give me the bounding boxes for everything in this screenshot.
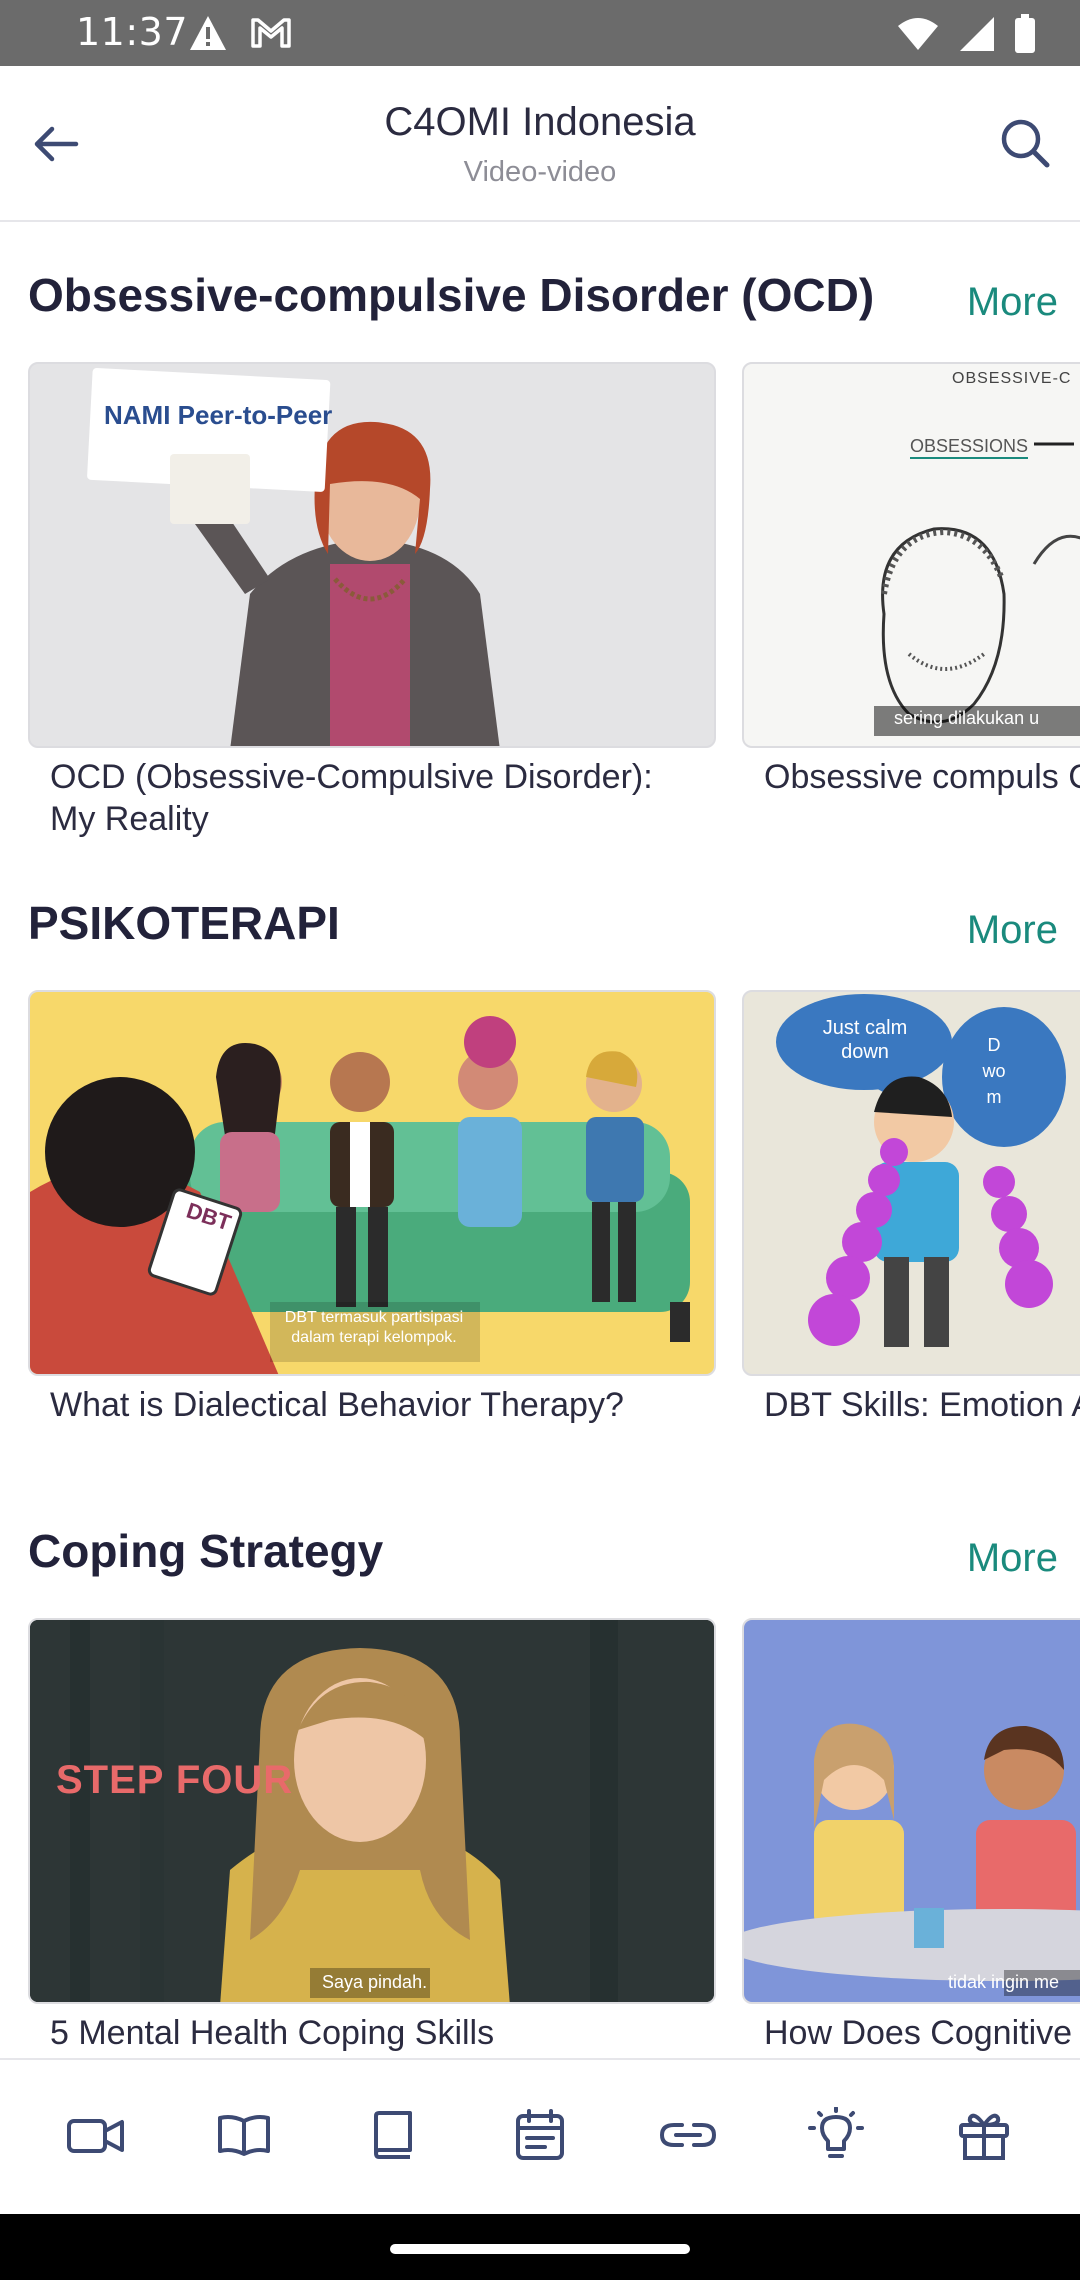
gift-icon <box>958 2109 1010 2166</box>
speech-bubble-text: Just calm down <box>822 1017 908 1063</box>
page-title: C4OMI Indonesia <box>384 100 696 144</box>
speech-bubble-text: D wo m <box>982 1035 1006 1107</box>
video-title: Obsessive compuls Causes, symptoms <box>764 758 1080 796</box>
section-ocd: Obsessive-compulsive Disorder (OCD) More… <box>0 224 1080 852</box>
nav-calendar[interactable] <box>500 2097 580 2177</box>
battery-icon <box>1014 14 1036 59</box>
video-title: How Does Cognitive <box>764 2014 1073 2052</box>
calendar-icon <box>515 2108 565 2166</box>
thumb-caption: Saya pindah. <box>322 1972 428 1992</box>
status-time: 11:37 <box>76 10 189 54</box>
thumb-caption: tidak ingin me <box>948 1972 1060 1992</box>
section-psikoterapi: PSIKOTERAPI More DBT DBT termasuk partis… <box>0 852 1080 1480</box>
video-card[interactable]: tidak ingin me How Does Cognitive <box>742 1618 1080 2054</box>
video-thumbnail: STEP FOUR Saya pindah. <box>28 1618 716 2004</box>
signal-icon <box>958 15 996 58</box>
more-button[interactable]: More <box>967 1536 1058 1581</box>
home-gesture-handle[interactable] <box>390 2244 690 2254</box>
video-title: DBT Skills: Emotion Acceptance <box>764 1386 1080 1424</box>
video-title: 5 Mental Health Coping Skills <box>50 2014 495 2052</box>
video-card[interactable]: NAMI Peer-to-Peer OCD (Obsessive-Compuls… <box>28 362 716 840</box>
nav-reading[interactable] <box>204 2097 284 2177</box>
nav-links[interactable] <box>648 2097 728 2177</box>
more-button[interactable]: More <box>967 280 1058 325</box>
search-button[interactable] <box>990 110 1060 180</box>
gmail-icon <box>250 14 292 57</box>
video-title: What is Dialectical Behavior Therapy? <box>50 1386 624 1424</box>
video-card[interactable]: Just calm down D wo m DBT Skills: Emotio… <box>742 990 1080 1426</box>
warning-icon <box>188 14 228 57</box>
open-book-icon <box>217 2113 271 2162</box>
thumb-overlay-text: STEP FOUR <box>56 1758 294 1802</box>
wifi-icon <box>896 16 940 57</box>
video-card[interactable]: OBSESSIVE-C OBSESSIONS sering dilakukan … <box>742 362 1080 798</box>
video-thumbnail: DBT DBT termasuk partisipasi dalam terap… <box>28 990 716 1376</box>
bottom-navigation <box>0 2058 1080 2214</box>
page-subtitle: Video-video <box>463 156 617 188</box>
video-card[interactable]: STEP FOUR Saya pindah. 5 Mental Health C… <box>28 1618 716 2054</box>
section-title: PSIKOTERAPI <box>28 897 340 949</box>
nav-videos[interactable] <box>56 2097 136 2177</box>
section-title: Obsessive-compulsive Disorder (OCD) <box>28 269 875 321</box>
video-thumbnail: tidak ingin me <box>742 1618 1080 2004</box>
search-icon <box>998 116 1052 175</box>
nav-tips[interactable] <box>796 2097 876 2177</box>
link-icon <box>658 2117 718 2158</box>
section-coping-strategy: Coping Strategy More STEP FOUR Saya pind… <box>0 1480 1080 2058</box>
video-thumbnail: NAMI Peer-to-Peer <box>28 362 716 748</box>
video-list[interactable]: Obsessive-compulsive Disorder (OCD) More… <box>0 224 1080 2058</box>
thumb-caption: DBT termasuk partisipasi dalam terapi ke… <box>284 1309 464 1346</box>
nami-sign-text: NAMI Peer-to-Peer <box>104 400 333 430</box>
lightbulb-icon <box>808 2105 864 2168</box>
app-header: C4OMI Indonesia Video-video <box>0 66 1080 222</box>
video-title: OCD (Obsessive-Compulsive Disorder): My … <box>50 758 653 838</box>
nav-books[interactable] <box>352 2097 432 2177</box>
status-bar: 11:37 <box>0 0 1080 66</box>
video-card[interactable]: DBT DBT termasuk partisipasi dalam terap… <box>28 990 716 1426</box>
system-gesture-bar <box>0 2214 1080 2280</box>
nav-gifts[interactable] <box>944 2097 1024 2177</box>
book-icon <box>368 2110 416 2165</box>
thumb-caption: sering dilakukan u <box>894 708 1040 728</box>
section-title: Coping Strategy <box>28 1525 384 1577</box>
video-thumbnail: OBSESSIVE-C OBSESSIONS sering dilakukan … <box>742 362 1080 748</box>
more-button[interactable]: More <box>967 908 1058 953</box>
video-thumbnail: Just calm down D wo m <box>742 990 1080 1376</box>
video-camera-icon <box>66 2113 126 2162</box>
